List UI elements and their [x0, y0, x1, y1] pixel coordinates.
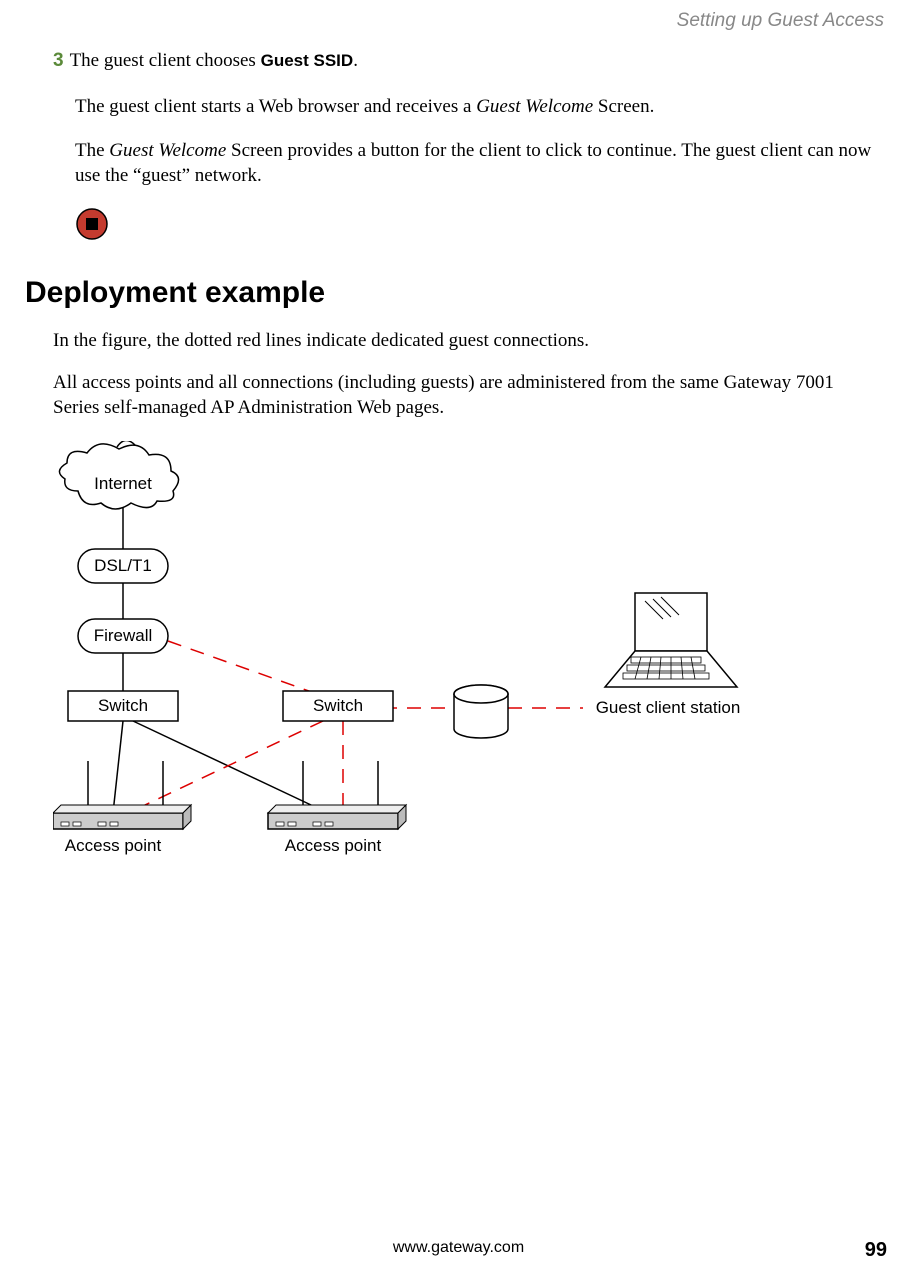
paragraph-1: The guest client starts a Web browser an…	[75, 94, 882, 120]
intro-paragraph-2: All access points and all connections (i…	[53, 370, 882, 421]
p2-t1: The	[75, 140, 109, 161]
label-firewall: Firewall	[94, 626, 153, 645]
laptop-icon	[605, 593, 737, 687]
paragraph-2: The Guest Welcome Screen provides a butt…	[75, 138, 882, 189]
label-switch-1: Switch	[98, 696, 148, 715]
p2-italic: Guest Welcome	[109, 140, 226, 161]
label-ap-1: Access point	[65, 836, 162, 855]
p1-t1: The guest client starts a Web browser an…	[75, 96, 476, 117]
label-ap-2: Access point	[285, 836, 382, 855]
label-internet: Internet	[94, 474, 152, 493]
access-point-1-icon	[53, 761, 191, 829]
p1-italic: Guest Welcome	[476, 96, 593, 117]
section-header: Setting up Guest Access	[25, 10, 884, 32]
step-3-line: 3 The guest client chooses Guest SSID.	[53, 50, 892, 72]
footer-page-number: 99	[865, 1239, 887, 1262]
step-bold: Guest SSID	[261, 51, 354, 70]
network-diagram: Internet DSL/T1 Firewall Switch Switch	[53, 441, 892, 886]
footer-url: www.gateway.com	[0, 1239, 917, 1257]
label-guest-client: Guest client station	[596, 698, 741, 717]
cylinder-icon	[454, 685, 508, 738]
label-switch-2: Switch	[313, 696, 363, 715]
p1-t2: Screen.	[593, 96, 654, 117]
label-dsl: DSL/T1	[94, 556, 152, 575]
step-text-after: .	[353, 50, 358, 71]
intro-paragraph-1: In the figure, the dotted red lines indi…	[53, 328, 882, 354]
heading-deployment-example: Deployment example	[25, 276, 892, 310]
step-text-before: The guest client chooses	[70, 50, 261, 71]
stop-icon	[75, 207, 892, 246]
step-number: 3	[53, 50, 64, 71]
